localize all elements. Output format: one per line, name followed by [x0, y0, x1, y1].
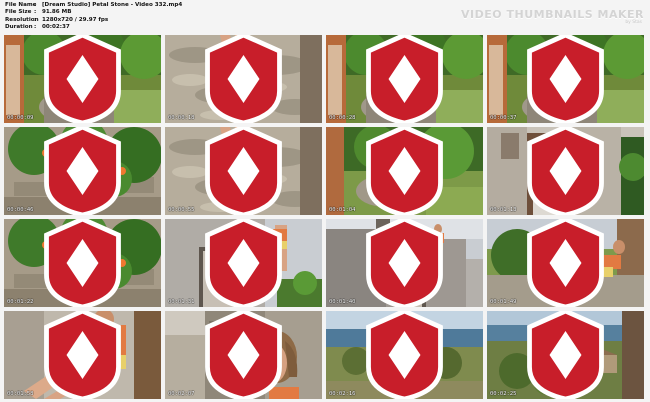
- thumbnail-grid: 00:00:09 00:00:18 00:00:28 00:00:37 00:0…: [4, 35, 646, 399]
- file-metadata: File Name : [Dream Studio] Petal Stone -…: [5, 2, 182, 32]
- duration-sep: :: [34, 24, 37, 31]
- studio-logo-icon: [527, 35, 604, 123]
- brand-watermark: VIDEO THUMBNAILS MAKER by Stas: [461, 8, 644, 25]
- studio-logo-icon: [527, 219, 604, 307]
- thumbnail-wall-garden-sitting: 00:00:09: [4, 35, 161, 123]
- thumbnail-building-sky: 00:01:40: [326, 219, 483, 307]
- resolution-value: 1280x720 / 29.97 fps: [42, 16, 109, 23]
- thumbnail-timestamp: 00:00:46: [7, 207, 34, 213]
- file-size-key: File Size: [5, 9, 32, 16]
- thumbnail-feet-stone: 00:00:18: [165, 35, 322, 123]
- file-name-sep: :: [34, 2, 37, 8]
- thumbnail-timestamp: 00:02:25: [490, 391, 517, 397]
- file-size-sep: :: [34, 9, 37, 16]
- thumbnail-timestamp: 00:01:40: [329, 299, 356, 305]
- studio-logo-icon: [44, 127, 121, 215]
- thumbnail-timestamp: 00:00:09: [7, 115, 34, 121]
- resolution-sep: :: [34, 16, 37, 23]
- file-name-key: File Name: [5, 2, 37, 8]
- duration-value: 00:02:37: [42, 24, 70, 31]
- thumbnail-timestamp: 00:00:18: [168, 115, 195, 121]
- resolution-row: Resolution : 1280x720 / 29.97 fps: [5, 17, 182, 24]
- thumbnail-timestamp: 00:01:04: [329, 207, 356, 213]
- file-info-header: File Name : [Dream Studio] Petal Stone -…: [0, 0, 650, 34]
- thumbnail-timestamp: 00:01:49: [490, 299, 517, 305]
- thumbnail-wall-garden-sitting: 00:00:28: [326, 35, 483, 123]
- thumbnail-timestamp: 00:02:07: [168, 391, 195, 397]
- studio-logo-icon: [205, 219, 282, 307]
- file-name-value: [Dream Studio] Petal Stone - Video 332.m…: [42, 2, 183, 8]
- thumbnail-wall-garden-sitting: 00:00:37: [487, 35, 644, 123]
- brand-title: VIDEO THUMBNAILS MAKER: [461, 8, 644, 21]
- studio-logo-icon: [44, 35, 121, 123]
- thumbnail-timestamp: 00:01:31: [168, 299, 195, 305]
- duration-row: Duration : 00:02:37: [5, 24, 182, 31]
- thumbnail-flowers-wall: 00:00:46: [4, 127, 161, 215]
- studio-logo-icon: [366, 127, 443, 215]
- thumbnail-timestamp: 00:02:16: [329, 391, 356, 397]
- studio-logo-icon: [366, 35, 443, 123]
- studio-logo-icon: [366, 311, 443, 399]
- studio-logo-icon: [44, 219, 121, 307]
- thumbnail-timestamp: 00:00:28: [329, 115, 356, 121]
- file-size-value: 91.86 MB: [42, 9, 72, 16]
- thumbnail-sea-view: 00:02:16: [326, 311, 483, 399]
- studio-logo-icon: [205, 35, 282, 123]
- thumbnail-timestamp: 00:01:22: [7, 299, 34, 305]
- thumbnail-portrait-wall: 00:02:07: [165, 311, 322, 399]
- studio-logo-icon: [366, 219, 443, 307]
- file-name-row: File Name : [Dream Studio] Petal Stone -…: [5, 2, 182, 9]
- thumbnail-doorway: 00:01:13: [487, 127, 644, 215]
- thumbnail-feet-stone: 00:00:55: [165, 127, 322, 215]
- studio-logo-icon: [527, 311, 604, 399]
- thumbnail-timestamp: 00:01:58: [7, 391, 34, 397]
- thumbnail-wall-garden-standing: 00:01:04: [326, 127, 483, 215]
- file-size-row: File Size : 91.86 MB: [5, 9, 182, 16]
- thumbnail-building-window: 00:01:31: [165, 219, 322, 307]
- thumbnail-sitting-rock: 00:01:49: [487, 219, 644, 307]
- thumbnail-flowers-wall: 00:01:22: [4, 219, 161, 307]
- studio-logo-icon: [205, 311, 282, 399]
- thumbnail-timestamp: 00:00:55: [168, 207, 195, 213]
- studio-logo-icon: [527, 127, 604, 215]
- studio-logo-icon: [205, 127, 282, 215]
- studio-logo-icon: [44, 311, 121, 399]
- resolution-key: Resolution: [5, 16, 39, 23]
- thumbnail-timestamp: 00:01:13: [490, 207, 517, 213]
- thumbnail-timestamp: 00:00:37: [490, 115, 517, 121]
- duration-key: Duration: [5, 24, 33, 31]
- thumbnail-closeup-sitting: 00:01:58: [4, 311, 161, 399]
- thumbnail-sea-village: 00:02:25: [487, 311, 644, 399]
